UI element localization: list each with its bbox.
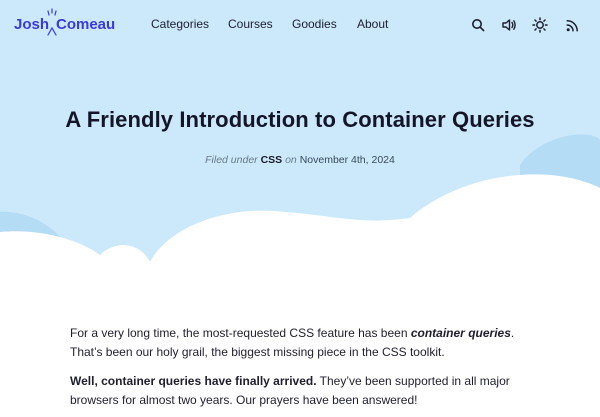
paragraph-2-lead: Well, container queries have finally arr… — [70, 374, 317, 388]
search-button[interactable] — [468, 15, 488, 35]
emphasis-container-queries: container queries — [410, 326, 511, 340]
nav-link-goodies[interactable]: Goodies — [292, 17, 337, 31]
rss-icon — [565, 19, 578, 32]
on-label: on — [285, 154, 297, 166]
nav-link-courses[interactable]: Courses — [228, 17, 273, 31]
logo-last-name: Comeau — [56, 16, 116, 33]
article-body: For a very long time, the most-requested… — [70, 324, 540, 417]
theme-toggle-button[interactable] — [530, 15, 550, 35]
paragraph-1-start: For a very long time, the most-requested… — [70, 326, 411, 340]
nav-link-categories[interactable]: Categories — [151, 17, 209, 31]
sound-icon — [502, 19, 516, 31]
nav-link-about[interactable]: About — [357, 17, 388, 31]
search-icon — [472, 19, 485, 32]
rss-button[interactable] — [562, 15, 582, 35]
paragraph-2: Well, container queries have finally arr… — [70, 372, 540, 410]
post-meta: Filed under CSS on November 4th, 2024 — [0, 154, 600, 166]
page-title: A Friendly Introduction to Container Que… — [65, 107, 535, 132]
filed-under-label: Filed under — [205, 154, 258, 166]
post-date: November 4th, 2024 — [299, 154, 395, 166]
sound-toggle-button[interactable] — [499, 15, 519, 35]
paragraph-1: For a very long time, the most-requested… — [70, 324, 540, 362]
site-header: Josh Comeau Categories Courses Goodies A… — [0, 0, 600, 52]
sun-icon — [532, 17, 548, 33]
category-link[interactable]: CSS — [261, 154, 283, 166]
